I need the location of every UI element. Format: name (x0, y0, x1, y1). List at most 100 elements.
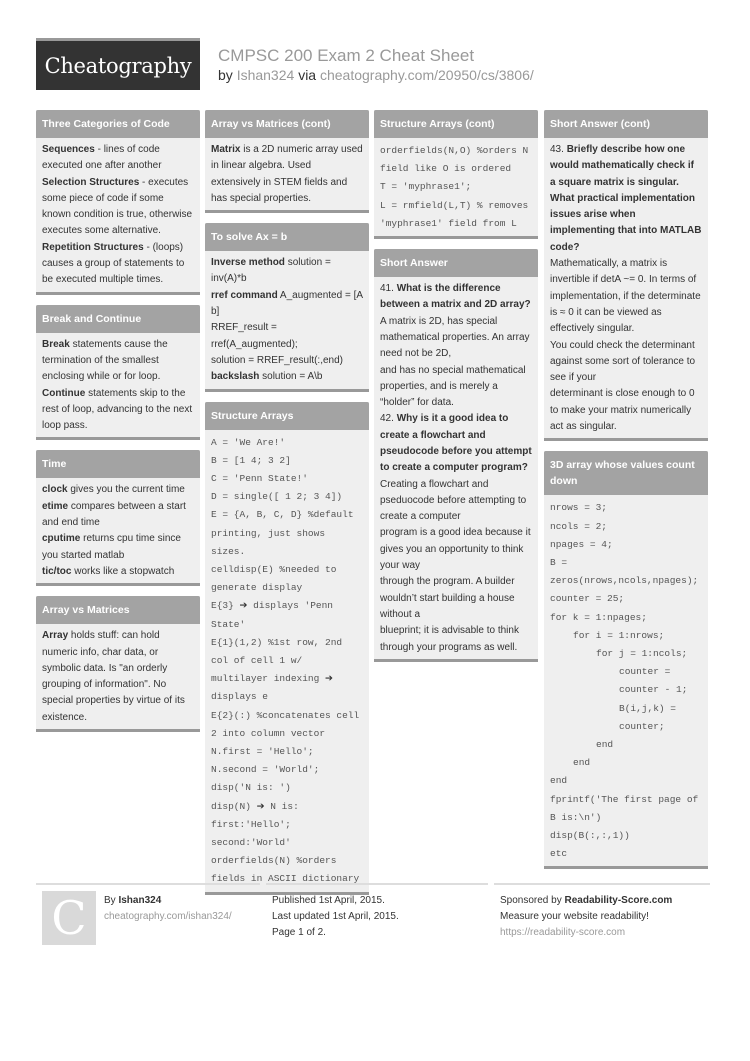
section-body: Inverse method solution = inv(A)*b rref c… (205, 251, 369, 388)
section-body: Array holds stuff: can hold numeric info… (36, 624, 200, 729)
list-item: Matrix is a 2D numeric array used in lin… (211, 142, 363, 207)
list-item: Repetition Structures - (loops) causes a… (42, 240, 194, 289)
list-item: Sequences - lines of code executed one a… (42, 142, 194, 175)
section-body: 43. Briefly describe how one would mathe… (544, 138, 708, 438)
sponsor-url-link[interactable]: https://readability-score.com (500, 925, 625, 941)
code-line: fprintf('The first page of B is:\n') (550, 793, 699, 823)
section-title: Structure Arrays (cont) (374, 110, 538, 138)
code-line: for i = 1:nrows; (573, 629, 665, 641)
code-line: L = rmfield(L,T) % removes 'myphrase1' f… (380, 199, 529, 229)
code-block: A = 'We Are!' B = [1 4; 3 2] C = 'Penn Sta… (205, 430, 369, 892)
section-title: Break and Continue (36, 304, 200, 333)
answer-text: A matrix is 2D, has special mathematical… (380, 315, 530, 360)
sponsor-line: Sponsored by Readability-Score.com (500, 893, 672, 909)
code-line: D = single([ 1 2; 3 4]) (211, 491, 343, 503)
sponsor-tagline: Measure your website readability! (500, 911, 649, 922)
footer-divider (36, 883, 260, 885)
page-number: Page 1 of 2. (272, 927, 326, 938)
byline: by Ishan324 via cheatography.com/20950/c… (218, 67, 534, 83)
list-item: Inverse method solution = inv(A)*b (211, 255, 363, 288)
section-title: Three Categories of Code (36, 110, 200, 138)
section-title: Structure Arrays (205, 401, 369, 430)
section-structure-arrays: Structure Arrays A = 'We Are!' B = [1 4; … (205, 401, 369, 895)
section-array-vs-matrices: Array vs Matrices Array holds stuff: can… (36, 596, 200, 733)
code-line: for k = 1:npages; (550, 611, 647, 623)
section-time: Time clock gives you the current time eti… (36, 450, 200, 587)
by-label: by (218, 67, 233, 83)
code-line: nrows = 3; (550, 502, 608, 514)
footer-divider (494, 883, 710, 885)
term: Break (42, 338, 70, 350)
sponsored-by-label: Sponsored by (500, 895, 565, 906)
answer-text: program is a good idea because it gives … (380, 527, 531, 572)
list-item: Array holds stuff: can hold numeric info… (42, 628, 194, 726)
avatar-letter: C (51, 891, 87, 945)
sponsor-name-link[interactable]: Readability-Score.com (565, 895, 673, 906)
code-line: celldisp(E) %needed to generate display (211, 563, 337, 594)
code-line: N.first = 'Hello'; (211, 746, 314, 758)
column-2: Array vs Matrices (cont) Matrix is a 2D … (205, 110, 369, 905)
question-number: 41. (380, 283, 397, 295)
author-url-link[interactable]: cheatography.com/ishan324/ (104, 909, 232, 925)
code-line: E{2}(:) %concatenates cell 2 into column… (211, 709, 360, 739)
arrow-right-icon: ➔ (256, 800, 265, 812)
term: Array (42, 630, 69, 642)
code-block: nrows = 3; ncols = 2; npages = 4; B = zeros… (544, 495, 708, 866)
list-item: etime compares between a start and end t… (42, 499, 194, 532)
description: RREF_result = rref(A_augmented); (211, 322, 298, 350)
question-number: 42. (380, 413, 397, 425)
code-line: E{3} ➔ displays 'Penn State' (211, 600, 333, 630)
code-line: disp('N is: ') (211, 782, 291, 794)
code-line: orderfields(N,O) %orders N field like O … (380, 145, 529, 175)
column-4: Short Answer (cont) 43. Briefly describe… (544, 110, 708, 879)
section-title: Short Answer (cont) (544, 110, 708, 138)
list-item: Selection Structures - executes some pie… (42, 175, 194, 240)
question-text: What is the difference between a matrix … (380, 283, 531, 311)
footer-author: By Ishan324 (104, 893, 161, 909)
list-item: cputime returns cpu time since you start… (42, 531, 194, 564)
author-name-link[interactable]: Ishan324 (118, 895, 161, 906)
code-line: end (573, 757, 591, 769)
answer-text: determinant is close enough to 0 to make… (550, 388, 695, 433)
code-line: counter = 25; (550, 593, 625, 605)
section-body: Matrix is a 2D numeric array used in lin… (205, 138, 369, 210)
author-link[interactable]: Ishan324 (237, 67, 295, 83)
arrow-right-icon: ➔ (239, 600, 248, 612)
term: Matrix (211, 144, 241, 155)
question-number: 43. (550, 144, 567, 155)
code-line: T = 'myphrase1'; (380, 181, 472, 193)
section-body: Break statements cause the termination o… (36, 333, 200, 438)
list-item: RREF_result = rref(A_augmented); (211, 320, 363, 353)
answer-text: You could check the determinant against … (550, 339, 696, 384)
section-title: Array vs Matrices (cont) (205, 110, 369, 138)
section-title: To solve Ax = b (205, 223, 369, 252)
column-3: Structure Arrays (cont) orderfields(N,O)… (374, 110, 538, 672)
answer-text: blueprint; it is advisable to think thro… (380, 625, 519, 653)
code-line: for j = 1:ncols; (596, 647, 688, 659)
description: solution = A\b (259, 371, 323, 383)
section-body: 41. What is the difference between a mat… (374, 277, 538, 659)
term: clock (42, 484, 68, 496)
footer-divider (266, 883, 488, 885)
question: 42. Why is it a good idea to create a fl… (380, 411, 532, 476)
answer-text: and has no special mathematical properti… (380, 364, 526, 409)
code-line: etc (550, 848, 568, 860)
section-body: Sequences - lines of code executed one a… (36, 138, 200, 292)
code-line: C = 'Penn State!' (211, 472, 308, 484)
description: solution = RREF_result(:,end) (211, 354, 344, 366)
section-title: Time (36, 450, 200, 479)
author-avatar[interactable]: C (42, 891, 96, 945)
cheatography-logo[interactable]: Cheatography (36, 38, 200, 90)
section-title: 3D array whose values count down (544, 451, 708, 496)
published-date: Published 1st April, 2015. (272, 895, 385, 906)
sheet-url-link[interactable]: cheatography.com/20950/cs/3806/ (320, 67, 534, 83)
term: rref command (211, 289, 278, 301)
term: tic/toc (42, 565, 72, 577)
last-updated-date: Last updated 1st April, 2015. (272, 911, 399, 922)
list-item: Break statements cause the termination o… (42, 337, 194, 386)
section-3d-array: 3D array whose values count down nrows =… (544, 451, 708, 870)
term: Selection Structures (42, 176, 140, 188)
question: 41. What is the difference between a mat… (380, 281, 532, 314)
list-item: clock gives you the current time (42, 482, 194, 498)
answer-text: through the program. A builder wouldn’t … (380, 576, 515, 620)
